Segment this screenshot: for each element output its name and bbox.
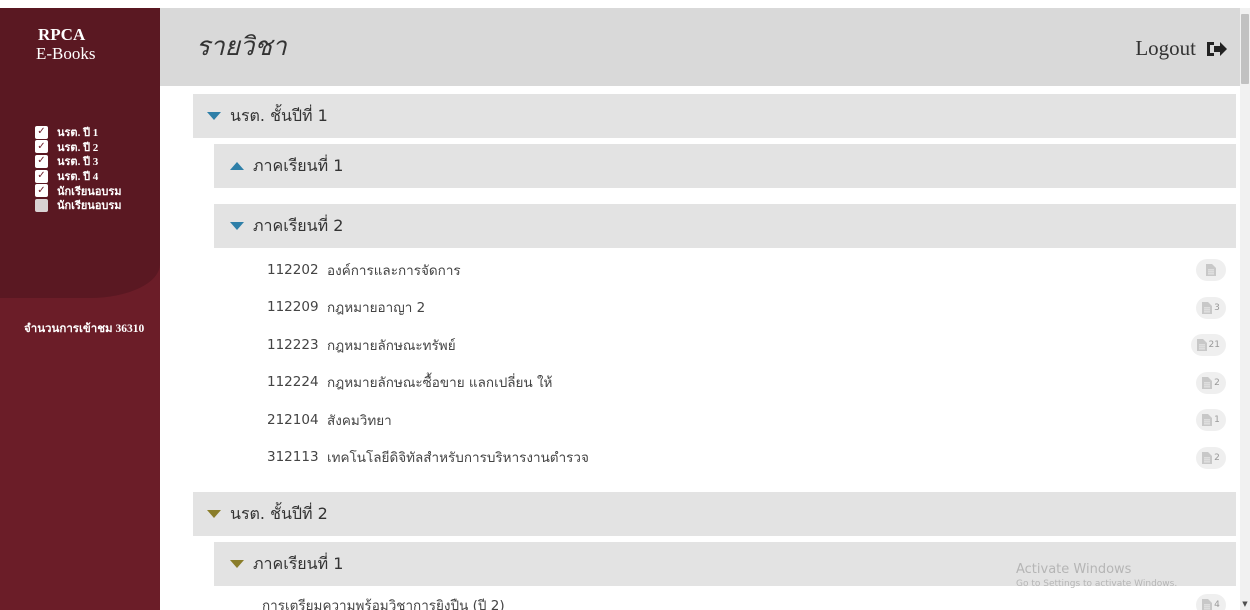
semester-label: ภาคเรียนที่ 1	[253, 155, 344, 175]
year-label: นรต. ชั้นปีที่ 1	[230, 105, 328, 125]
document-count-badge[interactable]	[1196, 259, 1226, 281]
triangle-down-icon	[207, 112, 221, 120]
filter-item-trainee-2[interactable]: นักเรียนอบรม	[35, 198, 122, 213]
brand-subtitle: E-Books	[36, 44, 96, 63]
document-count: 2	[1214, 452, 1220, 463]
triangle-down-icon	[207, 510, 221, 518]
course-row[interactable]: 112224 กฎหมายลักษณะซื้อขาย แลกเปลี่ยน ให้…	[214, 364, 1236, 402]
file-text-icon	[1202, 376, 1213, 389]
document-count-badge[interactable]: 2	[1196, 446, 1226, 469]
course-name: กฎหมายลักษณะซื้อขาย แลกเปลี่ยน ให้	[327, 375, 553, 392]
document-count: 4	[1214, 600, 1220, 610]
course-list-panel: นรต. ชั้นปีที่ 1 ภาคเรียนที่ 1 ภาคเรียนที่…	[160, 86, 1240, 610]
course-code: 212104	[267, 411, 319, 428]
vertical-scrollbar[interactable]: ▼	[1240, 8, 1250, 610]
logout-label: Logout	[1135, 36, 1196, 60]
triangle-down-icon	[230, 222, 244, 230]
document-count: 1	[1214, 415, 1220, 425]
year-header[interactable]: นรต. ชั้นปีที่ 1	[193, 94, 1236, 138]
semester-label: ภาคเรียนที่ 2	[253, 215, 344, 235]
page-header: รายวิชา Logout	[160, 8, 1240, 86]
brand-title: RPCA	[38, 25, 86, 44]
document-count: 21	[1208, 340, 1220, 350]
year-filter-list: ✓ นรต. ปี 1 ✓ นรต. ปี 2 ✓ นรต. ปี 3 ✓ นร…	[35, 125, 122, 213]
checkbox[interactable]: ✓	[35, 140, 48, 154]
sidebar: RPCA E-Books ✓ นรต. ปี 1 ✓ นรต. ปี 2 ✓ น…	[0, 8, 160, 610]
triangle-down-icon	[230, 560, 244, 568]
course-name: การเตรียมความพร้อมวิชาการยิงปืน (ปี 2)	[262, 597, 505, 610]
checkbox[interactable]: ✓	[35, 184, 48, 198]
course-name: เทคโนโลยีดิจิทัลสำหรับการบริหารงานตำรวจ	[327, 450, 589, 467]
year-header[interactable]: นรต. ชั้นปีที่ 2	[193, 492, 1236, 536]
file-text-icon	[1206, 264, 1216, 276]
checkbox[interactable]: ✓	[35, 169, 48, 183]
semester-header[interactable]: ภาคเรียนที่ 2	[214, 204, 1236, 248]
course-row[interactable]: 112202 องค์การและการจัดการ	[214, 251, 1236, 289]
course-code: 312113	[267, 449, 319, 466]
semester-label: ภาคเรียนที่ 1	[253, 553, 344, 573]
course-row[interactable]: 312113 เทคโนโลยีดิจิทัลสำหรับการบริหารงาน…	[214, 439, 1236, 477]
file-text-icon	[1202, 451, 1213, 464]
course-row[interactable]: 212104 สังคมวิทยา 1	[214, 401, 1236, 439]
semester-header[interactable]: ภาคเรียนที่ 1	[214, 144, 1236, 188]
course-code: 112223	[267, 336, 319, 353]
course-row[interactable]: 112223 กฎหมายลักษณะทรัพย์ 21	[214, 326, 1236, 364]
sign-out-icon	[1207, 41, 1227, 56]
course-row[interactable]: การเตรียมความพร้อมวิชาการยิงปืน (ปี 2) 4	[214, 586, 1236, 610]
course-name: องค์การและการจัดการ	[327, 262, 461, 279]
course-tree: นรต. ชั้นปีที่ 1 ภาคเรียนที่ 1 ภาคเรียนที่…	[193, 94, 1236, 610]
course-list: 112202 องค์การและการจัดการ 112209 กฎหมายอาญ…	[214, 248, 1236, 476]
checkbox[interactable]: ✓	[35, 125, 48, 139]
year-label: นรต. ชั้นปีที่ 2	[230, 503, 328, 523]
course-list: การเตรียมความพร้อมวิชาการยิงปืน (ปี 2) 4	[214, 586, 1236, 610]
document-count-badge[interactable]: 4	[1196, 594, 1226, 610]
course-name: กฎหมายอาญา 2	[327, 300, 426, 317]
checkbox[interactable]	[35, 198, 48, 212]
document-count-badge[interactable]: 3	[1196, 296, 1226, 319]
course-code: 112224	[267, 374, 319, 391]
document-count-badge[interactable]: 21	[1190, 334, 1226, 356]
checkbox[interactable]: ✓	[35, 154, 48, 168]
page-title: รายวิชา	[196, 32, 287, 62]
file-text-icon	[1202, 599, 1213, 610]
document-count-badge[interactable]: 1	[1196, 409, 1226, 431]
file-text-icon	[1202, 414, 1213, 426]
document-count-badge[interactable]: 2	[1196, 371, 1226, 394]
course-code: 112202	[267, 261, 319, 278]
logout-button[interactable]: Logout	[1135, 36, 1228, 61]
filter-label: นักเรียนอบรม	[57, 200, 122, 213]
brand-logo[interactable]: RPCA E-Books	[0, 26, 140, 64]
visit-counter: จำนวนการเข้าชม 36310	[24, 323, 145, 335]
scroll-down-arrow-icon[interactable]: ▼	[1240, 600, 1250, 608]
semester-header[interactable]: ภาคเรียนที่ 1	[214, 542, 1236, 586]
triangle-up-icon	[230, 162, 244, 170]
course-name: กฎหมายลักษณะทรัพย์	[327, 337, 456, 354]
document-count: 2	[1214, 377, 1220, 388]
course-row[interactable]: 112209 กฎหมายอาญา 2 3	[214, 289, 1236, 327]
course-name: สังคมวิทยา	[327, 412, 392, 429]
course-code: 112209	[267, 299, 319, 316]
document-count: 3	[1214, 302, 1220, 313]
file-text-icon	[1202, 301, 1213, 314]
scrollbar-thumb[interactable]	[1241, 14, 1249, 84]
file-text-icon	[1196, 339, 1207, 351]
